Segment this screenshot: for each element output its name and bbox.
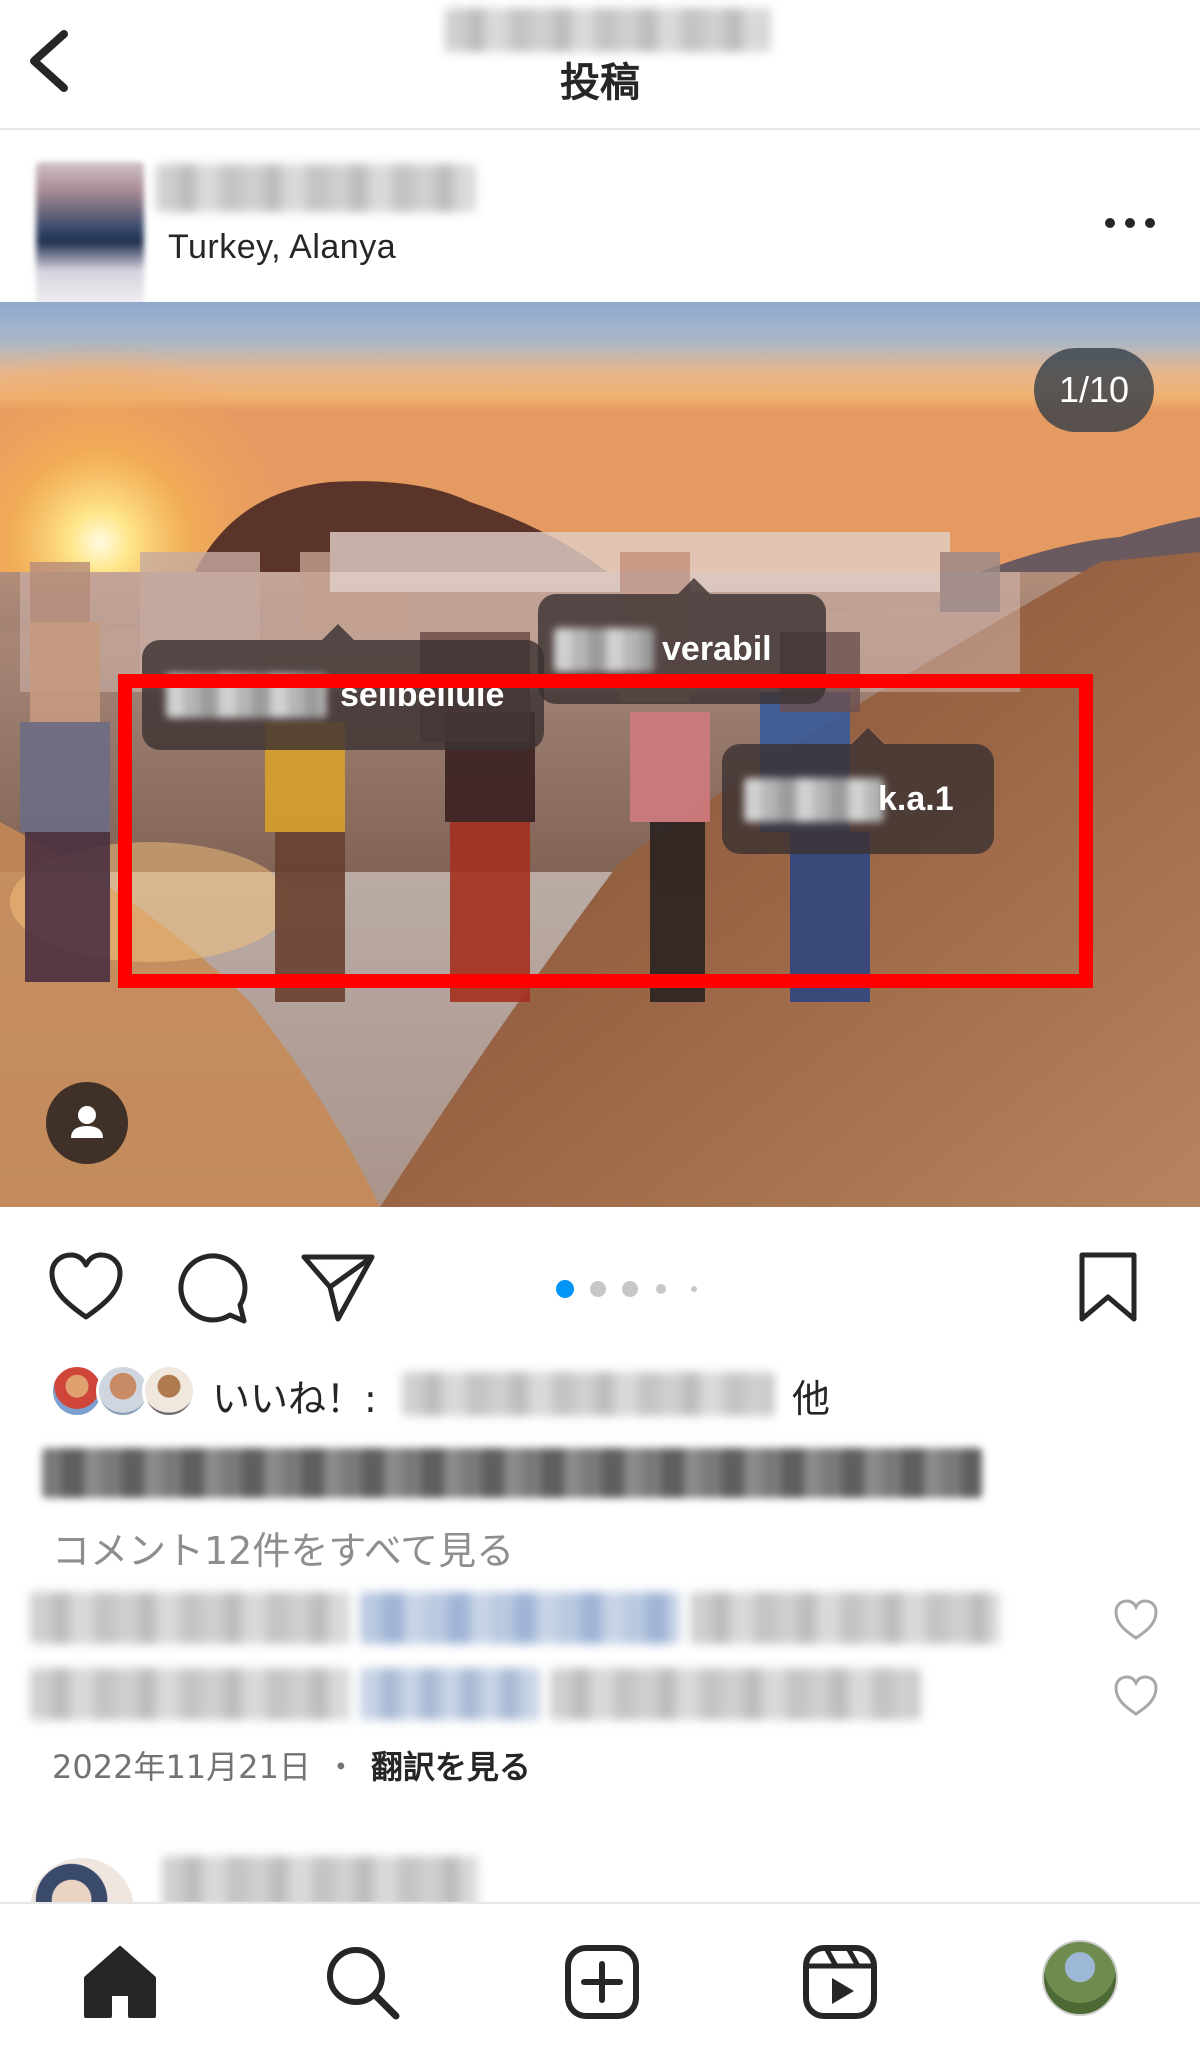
comment-text-redacted [550, 1668, 920, 1720]
post-date-line: 2022年11月21日・翻訳を見る [52, 1742, 531, 1788]
person-icon [71, 1106, 103, 1138]
caption-redacted [42, 1448, 982, 1498]
home-icon [84, 1946, 156, 2018]
comment-row [30, 1592, 1000, 1650]
header-account-name-redacted [445, 8, 770, 52]
search-icon [327, 1947, 400, 2020]
tag-username: k.a.1 [878, 780, 954, 818]
save-button[interactable] [1068, 1247, 1148, 1327]
next-post-username-redacted[interactable] [162, 1856, 478, 1908]
poster-username-redacted[interactable] [156, 164, 476, 212]
carousel-dot [622, 1281, 638, 1297]
heart-icon [1114, 1675, 1158, 1716]
likes-others[interactable]: 他 [792, 1368, 830, 1423]
view-all-comments-link[interactable]: コメント12件をすべて見る [52, 1520, 514, 1575]
carousel-dot-active [556, 1280, 574, 1298]
create-icon [565, 1945, 639, 2019]
post-location[interactable]: Turkey, Alanya [168, 228, 396, 267]
image-counter: 1/10 [1034, 348, 1154, 432]
post-date: 2022年11月21日 [52, 1748, 311, 1786]
heart-icon [1114, 1599, 1158, 1640]
carousel-dot [590, 1281, 606, 1297]
nav-reels[interactable] [800, 1942, 880, 2022]
carousel-indicator [556, 1279, 716, 1299]
comment-text-redacted [30, 1592, 350, 1644]
comment-text-redacted [30, 1668, 350, 1720]
tagged-users-button[interactable] [46, 1082, 128, 1164]
nav-create[interactable] [562, 1942, 642, 2022]
post-header: Turkey, Alanya [0, 132, 1200, 307]
send-icon [301, 1254, 375, 1322]
nav-home[interactable] [80, 1942, 160, 2022]
bottom-nav [0, 1902, 1200, 2053]
heart-icon [49, 1252, 123, 1320]
top-header: 投稿 [0, 0, 1200, 130]
like-button[interactable] [46, 1247, 126, 1327]
reels-icon [803, 1945, 877, 2019]
more-horizontal-icon [1105, 218, 1155, 228]
likes-label: いいね！: [212, 1377, 377, 1421]
comment-mention-redacted[interactable] [360, 1668, 540, 1720]
post-actions [0, 1207, 1200, 1337]
nav-profile-avatar[interactable] [1042, 1940, 1118, 2016]
more-options-button[interactable] [1100, 208, 1160, 238]
comment-button[interactable] [172, 1247, 252, 1327]
poster-avatar[interactable] [36, 162, 144, 307]
date-separator: ・ [324, 1748, 357, 1786]
carousel-dot [691, 1286, 697, 1292]
carousel-dot [656, 1284, 666, 1294]
nav-search[interactable] [322, 1942, 402, 2022]
comment-like-button[interactable] [1112, 1596, 1160, 1644]
comment-mention-redacted[interactable] [360, 1592, 680, 1644]
user-tag[interactable]: k.a.1 [722, 728, 994, 854]
comment-text-redacted [690, 1592, 1000, 1644]
liker-avatar [142, 1364, 196, 1418]
share-button[interactable] [298, 1247, 378, 1327]
comment-row [30, 1668, 920, 1726]
bookmark-icon [1079, 1252, 1137, 1322]
comment-like-button[interactable] [1112, 1672, 1160, 1720]
post-photo[interactable]: 1/10 selibellule verabil [0, 302, 1200, 1207]
comment-icon [178, 1253, 248, 1324]
liker-name-redacted[interactable] [402, 1372, 774, 1416]
translate-link[interactable]: 翻訳を見る [371, 1748, 531, 1786]
tag-username-redacted [744, 778, 884, 822]
page-title: 投稿 [560, 60, 640, 106]
likes-row[interactable]: いいね！: 他 [0, 1360, 1200, 1430]
tag-username-redacted [554, 628, 654, 672]
